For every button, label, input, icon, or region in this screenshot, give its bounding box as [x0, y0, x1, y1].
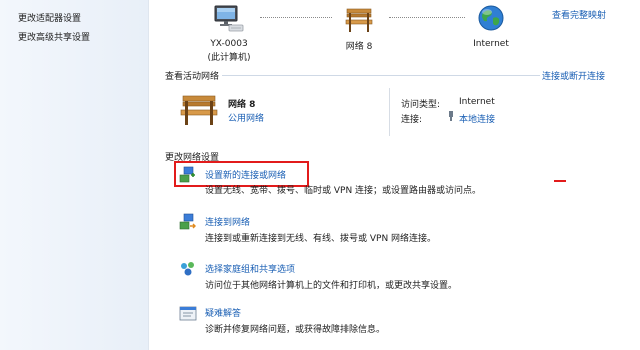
map-link-1 — [260, 17, 332, 18]
ethernet-icon — [449, 111, 453, 121]
active-networks-title: 查看活动网络 — [165, 72, 220, 82]
local-connection-link[interactable]: 本地连接 — [459, 112, 495, 125]
red-marker — [554, 180, 566, 182]
connect-disconnect-link[interactable]: 连接或断开连接 — [542, 69, 605, 82]
task-connect-network-desc: 连接到或重新连接到无线、有线、拨号或 VPN 网络连接。 — [205, 234, 437, 244]
access-type-label: 访问类型: — [401, 100, 441, 110]
sidebar-item-adapter-settings[interactable]: 更改适配器设置 — [18, 11, 81, 24]
task-new-connection-desc: 设置无线、宽带、拨号、临时或 VPN 连接；或设置路由器或访问点。 — [205, 186, 482, 196]
map-link-2 — [389, 17, 465, 18]
troubleshoot-icon — [179, 306, 197, 321]
bench-icon — [180, 95, 218, 125]
task-homegroup-desc: 访问位于其他网络计算机上的文件和打印机，或更改共享设置。 — [205, 281, 458, 291]
globe-icon — [478, 5, 504, 31]
node-internet-label: Internet — [473, 39, 509, 49]
main-panel: 查看完整映射 YX-0003 (此计算机) 网络 8 Internet 查看活动… — [149, 0, 640, 350]
connection-label: 连接: — [401, 115, 423, 125]
task-new-connection-link[interactable]: 设置新的连接或网络 — [205, 168, 286, 181]
task-troubleshoot-link[interactable]: 疑难解答 — [205, 306, 241, 319]
active-network-name: 网络 8 — [228, 100, 256, 110]
computer-icon — [214, 5, 244, 32]
task-connect-network-link[interactable]: 连接到网络 — [205, 215, 250, 228]
bench-icon — [345, 8, 373, 32]
access-type-value: Internet — [459, 97, 495, 107]
network-type-link[interactable]: 公用网络 — [228, 111, 264, 124]
view-full-map-link[interactable]: 查看完整映射 — [552, 8, 606, 21]
new-connection-icon — [179, 166, 195, 183]
section-divider — [222, 75, 540, 76]
sidebar-item-advanced-sharing[interactable]: 更改高级共享设置 — [18, 30, 90, 43]
vertical-divider — [389, 88, 390, 136]
node-computer-sublabel: (此计算机) — [207, 53, 251, 63]
left-sidebar: 更改适配器设置 更改高级共享设置 — [0, 0, 149, 350]
node-computer-label: YX-0003 — [210, 39, 248, 49]
connect-network-icon — [179, 213, 196, 230]
task-homegroup-link[interactable]: 选择家庭组和共享选项 — [205, 262, 295, 275]
task-troubleshoot-desc: 诊断并修复网络问题，或获得故障排除信息。 — [205, 325, 386, 335]
node-network-label: 网络 8 — [345, 42, 373, 52]
homegroup-icon — [181, 262, 194, 276]
